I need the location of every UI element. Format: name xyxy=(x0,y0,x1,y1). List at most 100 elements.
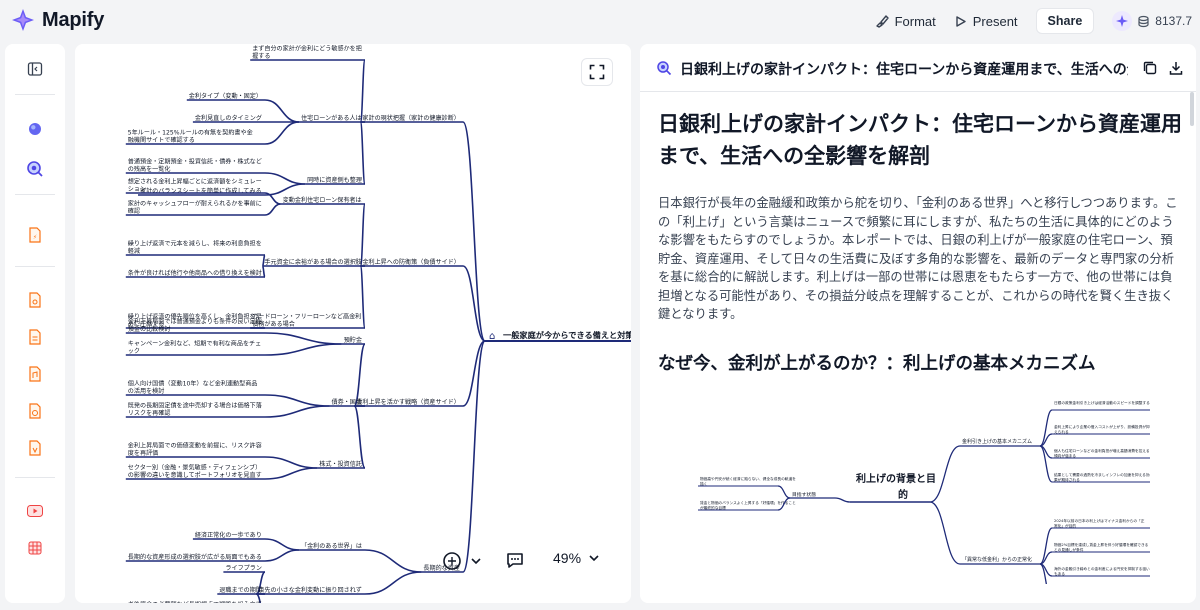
sparkle-icon xyxy=(1112,11,1133,31)
mindmap-sub-2-1[interactable]: 変動金利住宅ローン保有者は xyxy=(283,196,362,204)
mindmap-connector xyxy=(264,121,300,145)
mindmap-sub-3-2[interactable]: 債券・国債 xyxy=(332,398,362,406)
embedded-leaf-line2[interactable]: との見通しが条件 xyxy=(1054,547,1084,552)
embedded-leaf-line2[interactable]: 果が期待される xyxy=(1054,477,1080,482)
layout-switch-button[interactable] xyxy=(441,550,483,572)
mindmap-connector xyxy=(353,405,366,469)
embedded-branch-left[interactable]: 目指す状態 xyxy=(792,491,816,498)
mindmap-sub-4-1[interactable]: 「金利のある世界」は xyxy=(301,542,362,550)
mindmap-leaf[interactable]: 普通預金・定期預金・投資信託・債券・株式などの残高を一覧化 xyxy=(128,157,262,173)
embedded-leaf[interactable]: 物価2%目標を達成し賃金上昇を伴う好循環を確認できる xyxy=(1054,542,1149,547)
mindmap-panel[interactable]: 一般家庭が今からできる備えと対策 ⌂ 家計の現状把握（家計の健康診断） まず自分の家計… xyxy=(75,44,631,603)
embedded-leaf[interactable]: 日銀の政策金利引き上げは経済活動のスピードを調整する xyxy=(1054,400,1150,405)
mindmap-leaf[interactable]: 金利タイプ（変動・固定） xyxy=(189,92,262,100)
embedded-leaf[interactable]: 海外の金融引き締めとの金利差による円安を抑制する狙い xyxy=(1054,566,1150,571)
mindmap-connector xyxy=(364,571,422,595)
embedded-leaf[interactable]: 個人も住宅ローンなどの金利負担が増え高額消費を控える xyxy=(1054,448,1150,453)
mindmap-leaf[interactable]: 長期的な資産形成の選択肢が広がる局面でもある xyxy=(128,553,262,561)
doc-file-icon[interactable] xyxy=(23,325,47,349)
credit-balance[interactable]: 8137.7 xyxy=(1112,11,1192,31)
mindmap-leaf[interactable]: 退職までの期間 xyxy=(219,586,262,594)
embedded-branch-right-1[interactable]: 金利引き上げの基本メカニズム xyxy=(962,438,1032,445)
search-doc-icon[interactable] xyxy=(23,157,47,181)
pdf-file-icon[interactable] xyxy=(23,288,47,312)
sidebar-toggle-icon[interactable] xyxy=(23,57,47,81)
mindmap-connector xyxy=(264,343,342,356)
mindmap-dot-icon[interactable] xyxy=(23,117,47,141)
mindmap-sub-1-3[interactable]: 同時に資産側も整理 xyxy=(307,176,362,184)
embedded-leaf[interactable]: 物価高や円安が続く経済に陥らない、健全な成長の軌道を xyxy=(700,476,796,481)
mindmap-canvas[interactable]: 一般家庭が今からできる備えと対策⌂家計の現状把握（家計の健康診断）まず自分の家計… xyxy=(75,44,631,603)
mindmap-leaf[interactable]: 既発の長期固定債を途中売却する場合は価格下落リスクを再確認 xyxy=(128,401,262,417)
mindmap-branch-1[interactable]: 家計の現状把握（家計の健康診断） xyxy=(362,114,460,122)
present-button[interactable]: Present xyxy=(954,14,1018,29)
embedded-root-node[interactable]: 利上げの背景と目 xyxy=(856,472,936,485)
file-icon[interactable]: ⚡ xyxy=(23,223,47,247)
zoom-dropdown[interactable]: 49% xyxy=(553,550,601,566)
mindmap-leaf[interactable]: 金利上昇局面では普通預金よりも条件の良い定期預金の比較検討 xyxy=(128,317,262,333)
mindmap-leaf[interactable]: 個人向け国債（変動10年）など金利連動型商品の活用を検討 xyxy=(128,379,258,395)
mindmap-leaf[interactable]: 経済正常化の一歩であり xyxy=(195,531,262,539)
mindmap-root-node[interactable]: 一般家庭が今からできる備えと対策 xyxy=(503,330,631,340)
app-logo[interactable]: Mapify xyxy=(10,7,104,33)
embedded-root-node-line2[interactable]: 的 xyxy=(898,488,908,501)
format-button[interactable]: Format xyxy=(875,14,936,29)
embedded-connector xyxy=(1039,563,1048,584)
mindmap-sub-3-1[interactable]: 預貯金 xyxy=(344,336,362,344)
layout-icon xyxy=(443,552,461,570)
video-icon[interactable] xyxy=(23,536,47,560)
mindmap-sub-1-1[interactable]: まず自分の家計が金利にどう敏感かを把握する xyxy=(252,44,362,60)
embedded-leaf-line2[interactable]: が最終的な目標 xyxy=(700,505,726,510)
embedded-leaf[interactable]: 賃金と物価のバランスよく上昇する「好循環」を作ること xyxy=(700,500,796,505)
mindmap-leaf[interactable]: 条件が良ければ他行や他商品への借り換えを検討 xyxy=(128,269,262,277)
mindmap-leaf[interactable]: 家計のキャッシュフローが耐えられるかを事前に確認 xyxy=(128,199,262,215)
mindmap-sub-3-3[interactable]: 株式・投資信託 xyxy=(319,460,362,468)
embedded-leaf-line2[interactable]: もある xyxy=(1054,571,1065,576)
text-file-icon[interactable] xyxy=(23,436,47,460)
fullscreen-button[interactable] xyxy=(581,58,613,86)
share-button[interactable]: Share xyxy=(1035,8,1095,34)
mindmap-leaf[interactable]: 繰り上げ返済で元本を減らし、将来の利息負担を軽減 xyxy=(128,239,262,255)
chevron-down-icon xyxy=(589,555,599,562)
embedded-leaf[interactable]: 2024年以前の日本の利上げはマイナス金利からの「正 xyxy=(1054,518,1145,523)
coin-stack-icon xyxy=(1138,15,1149,27)
search-doc-icon xyxy=(657,61,672,76)
mindmap-leaf[interactable]: 5年ルール・125%ルールの有無を契約書や金融機関サイトで確認する xyxy=(128,128,253,144)
embedded-leaf-line2[interactable]: えられる xyxy=(1054,429,1069,434)
embedded-connector xyxy=(777,485,791,499)
mindmap-connector xyxy=(264,394,330,407)
mindmap-sub-1-2[interactable]: 住宅ローンがある人は xyxy=(301,114,362,122)
mindmap-leaf[interactable]: セクター別（金融・景気敏感・ディフェンシブ）の影響の違いを意識してポートフォリオ… xyxy=(128,463,262,479)
left-rail: ⚡ xyxy=(5,44,65,603)
youtube-icon[interactable] xyxy=(23,499,47,523)
mindmap-branch-3[interactable]: 金利上昇を活かす戦略（資産サイド） xyxy=(356,398,460,406)
mindmap-sub-4-2[interactable]: 目先の小さな金利変動に振り回されず xyxy=(258,586,362,594)
mindmap-connector xyxy=(264,172,306,185)
embedded-leaf[interactable]: 結果として需要の過熱を冷ましインフレの加速を抑える効 xyxy=(1054,472,1150,477)
mindmap-sub-2-3[interactable]: カードローン・フリーローンなど高金利債務がある場合 xyxy=(252,312,361,328)
document-panel[interactable]: 日銀利上げの家計インパクト：住宅ローンから資産運用まで、生活への全影響... 日… xyxy=(640,44,1196,603)
embedded-leaf-line2[interactable]: 常化」が目的 xyxy=(1054,523,1076,528)
copy-icon[interactable] xyxy=(1142,60,1158,76)
scrollbar-thumb[interactable] xyxy=(1190,92,1194,126)
audio-file-icon[interactable] xyxy=(23,362,47,386)
mindmap-sub-2-2[interactable]: 手元資金に余裕がある場合の選択肢 xyxy=(264,258,362,266)
mindmap-leaf[interactable]: 金利上昇局面での価値変動を前提に、リスク許容度を再評価 xyxy=(128,441,262,457)
comment-button[interactable] xyxy=(505,550,525,570)
svg-text:⚡: ⚡ xyxy=(33,234,37,241)
mindmap-branch-2[interactable]: 金利上昇への防衛策（負債サイド） xyxy=(362,258,460,266)
mindmap-leaf[interactable]: ライフプラン xyxy=(225,565,262,572)
document-header: 日銀利上げの家計インパクト：住宅ローンから資産運用まで、生活への全影響... xyxy=(640,44,1196,92)
embedded-connector xyxy=(834,497,851,503)
embedded-leaf[interactable]: 金利上昇により企業の借入コストが上がり、設備投資が抑 xyxy=(1054,424,1150,429)
embedded-leaf-line2[interactable]: 傾向が強まる xyxy=(1054,453,1076,458)
mindmap-leaf[interactable]: キャンペーン金利など、短期で有利な商品をチェック xyxy=(128,339,261,355)
embedded-branch-right-2[interactable]: 「異常な低金利」からの正常化 xyxy=(962,556,1032,563)
download-icon[interactable] xyxy=(1168,60,1184,76)
document-body: 日銀利上げの家計インパクト：住宅ローンから資産運用まで、生活への全影響を解剖 日… xyxy=(658,108,1182,375)
embedded-leaf-line2[interactable]: 描く xyxy=(700,481,707,486)
embedded-mindmap[interactable]: 利上げの背景と目的 目指す状態 物価高や円安が続く経済に陥らない、健全な成長の軌道を… xyxy=(690,394,1160,584)
mindmap-leaf[interactable]: 金利見直しのタイミング xyxy=(195,114,262,122)
mindmap-leaf[interactable]: 老後資金の必要額など長期視点で戦略を組み立てることが重要 xyxy=(128,600,262,603)
web-file-icon[interactable] xyxy=(23,399,47,423)
